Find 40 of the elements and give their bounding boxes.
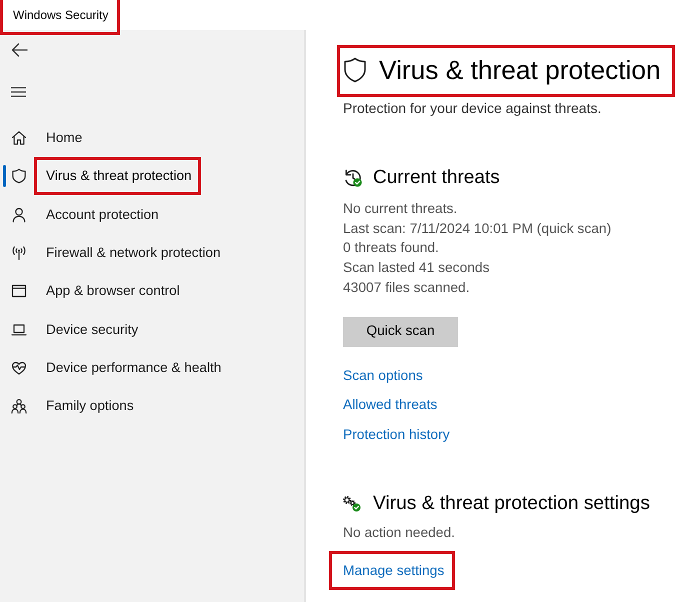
gears-check-icon bbox=[343, 496, 361, 512]
nav-item[interactable]: Device security bbox=[0, 310, 304, 349]
home-icon bbox=[11, 130, 27, 146]
nav-item[interactable]: App & browser control bbox=[0, 272, 304, 310]
link[interactable]: Manage settings bbox=[343, 561, 444, 582]
window-title: Windows Security bbox=[13, 8, 108, 22]
clock-check-icon bbox=[343, 168, 363, 188]
nav-item[interactable]: Virus & threat protection bbox=[0, 157, 304, 196]
nav-item[interactable]: Home bbox=[0, 119, 304, 158]
status-text: No action needed. bbox=[343, 524, 455, 542]
nav-item[interactable]: Device performance & health bbox=[0, 348, 304, 388]
detail-text: Last scan: 7/11/2024 10:01 PM (quick scan) bbox=[343, 220, 612, 238]
quick-scan-button[interactable]: Quick scan bbox=[343, 316, 458, 347]
menu-button[interactable] bbox=[11, 87, 26, 97]
section-heading: Current threats bbox=[373, 166, 500, 190]
selection-indicator bbox=[3, 165, 6, 188]
page-title: Virus & threat protection bbox=[379, 54, 661, 86]
shield-icon bbox=[11, 168, 27, 184]
detail-text: 0 threats found. bbox=[343, 239, 440, 258]
nav-item[interactable]: Family options bbox=[0, 387, 304, 426]
detail-text: 43007 files scanned. bbox=[343, 278, 471, 297]
browser-window-icon bbox=[11, 283, 27, 300]
detail-text: Scan lasted 41 seconds bbox=[343, 259, 490, 278]
antenna-icon bbox=[11, 245, 27, 262]
nav-item[interactable]: Firewall & network protection bbox=[0, 234, 304, 272]
back-arrow-icon bbox=[10, 42, 28, 56]
link[interactable]: Allowed threats bbox=[343, 395, 438, 416]
shield-icon bbox=[343, 57, 367, 83]
laptop-icon bbox=[11, 322, 27, 338]
heart-pulse-icon bbox=[11, 360, 27, 376]
page-subtitle: Protection for your device against threats. bbox=[343, 99, 602, 118]
people-icon bbox=[11, 398, 27, 414]
detail-text: No current threats. bbox=[343, 200, 458, 218]
back-button[interactable] bbox=[10, 42, 28, 57]
nav-item[interactable]: Account protection bbox=[0, 196, 304, 234]
link[interactable]: Scan options bbox=[343, 366, 423, 386]
person-icon bbox=[11, 206, 27, 223]
menu-icon bbox=[11, 87, 26, 97]
section-heading: Virus & threat protection settings bbox=[373, 492, 650, 516]
link[interactable]: Protection history bbox=[343, 424, 450, 445]
